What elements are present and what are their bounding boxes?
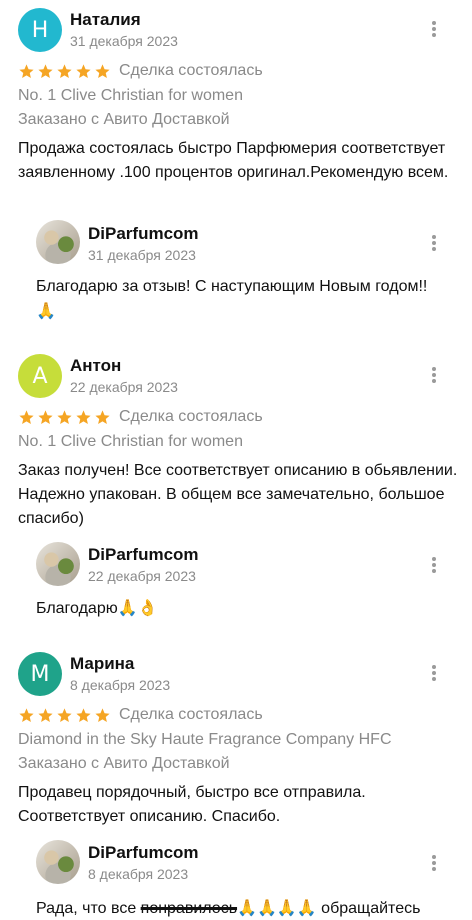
rating-row: Сделка состоялась (18, 408, 263, 426)
star-rating (18, 409, 111, 426)
star-icon (57, 63, 72, 78)
review-date: 8 декабря 2023 (70, 677, 171, 693)
more-vertical-icon[interactable] (428, 232, 440, 254)
deal-status: Сделка состоялась (119, 408, 263, 425)
reply-message: Благодарю (36, 600, 118, 617)
product-name[interactable]: No. 1 Clive Christian for women (18, 87, 243, 105)
review-text: Заказ получен! Все соответствует описани… (18, 462, 458, 527)
star-icon (95, 707, 110, 722)
reviewer-name[interactable]: Наталия (70, 10, 141, 30)
reply-message-end: обращайтесь (316, 900, 421, 917)
star-icon (38, 63, 53, 78)
star-icon (76, 63, 91, 78)
reply-message: Благодарю за отзыв! С наступающим Новым … (36, 278, 428, 295)
avatar[interactable]: Н (18, 8, 62, 52)
rating-row: Сделка состоялась (18, 706, 263, 724)
star-icon (95, 409, 110, 424)
more-vertical-icon[interactable] (428, 852, 440, 874)
seller-name[interactable]: DiParfumcom (88, 545, 199, 565)
star-icon (76, 409, 91, 424)
reply-text: Рада, что все понравилось🙏🙏🙏🙏 обращайтес… (36, 896, 460, 920)
avatar[interactable]: М (18, 652, 62, 696)
review-card: А Антон 22 декабря 2023 Сделка состоялас… (0, 346, 472, 646)
more-vertical-icon[interactable] (428, 662, 440, 684)
review-card: М Марина 8 декабря 2023 Сделка состоялас… (0, 644, 472, 920)
delivery-note: Заказано с Авито Доставкой (18, 755, 230, 772)
star-icon (19, 63, 34, 78)
delivery-note: Заказано с Авито Доставкой (18, 111, 230, 128)
star-icon (76, 707, 91, 722)
pray-emoji: 🙏🙏🙏🙏 (237, 898, 317, 917)
star-icon (95, 63, 110, 78)
seller-avatar[interactable] (36, 840, 80, 884)
reply-message-struck: понравилось (140, 900, 238, 917)
rating-row: Сделка состоялась (18, 62, 263, 80)
more-vertical-icon[interactable] (428, 18, 440, 40)
product-name[interactable]: Diamond in the Sky Haute Fragrance Compa… (18, 731, 392, 749)
reply-text: Благодарю за отзыв! С наступающим Новым … (36, 275, 460, 324)
reply-date: 22 декабря 2023 (88, 568, 196, 584)
avatar[interactable]: А (18, 354, 62, 398)
more-vertical-icon[interactable] (428, 554, 440, 576)
reply-date: 31 декабря 2023 (88, 247, 196, 263)
reply-date: 8 декабря 2023 (88, 866, 189, 882)
pray-emoji: 🙏 (36, 301, 56, 320)
seller-name[interactable]: DiParfumcom (88, 843, 199, 863)
star-rating (18, 707, 111, 724)
review-text: Продажа состоялась быстро Парфюмерия соо… (18, 140, 449, 181)
reviewer-name[interactable]: Марина (70, 654, 134, 674)
seller-name[interactable]: DiParfumcom (88, 224, 199, 244)
star-icon (38, 707, 53, 722)
review-date: 22 декабря 2023 (70, 379, 178, 395)
reply-message-start: Рада, что все (36, 900, 141, 917)
reply-text: Благодарю🙏👌 (36, 596, 460, 621)
star-icon (19, 409, 34, 424)
deal-status: Сделка состоялась (119, 62, 263, 79)
star-icon (57, 409, 72, 424)
reviewer-name[interactable]: Антон (70, 356, 121, 376)
review-card: Н Наталия 31 декабря 2023 Сделка состоял… (0, 0, 472, 340)
star-icon (57, 707, 72, 722)
star-rating (18, 63, 111, 80)
review-text: Продавец порядочный, быстро все отправил… (18, 784, 366, 825)
more-vertical-icon[interactable] (428, 364, 440, 386)
review-date: 31 декабря 2023 (70, 33, 178, 49)
product-name[interactable]: No. 1 Clive Christian for women (18, 433, 243, 451)
star-icon (19, 707, 34, 722)
pray-ok-emoji: 🙏👌 (117, 598, 158, 617)
star-icon (38, 409, 53, 424)
deal-status: Сделка состоялась (119, 706, 263, 723)
seller-avatar[interactable] (36, 220, 80, 264)
seller-avatar[interactable] (36, 542, 80, 586)
